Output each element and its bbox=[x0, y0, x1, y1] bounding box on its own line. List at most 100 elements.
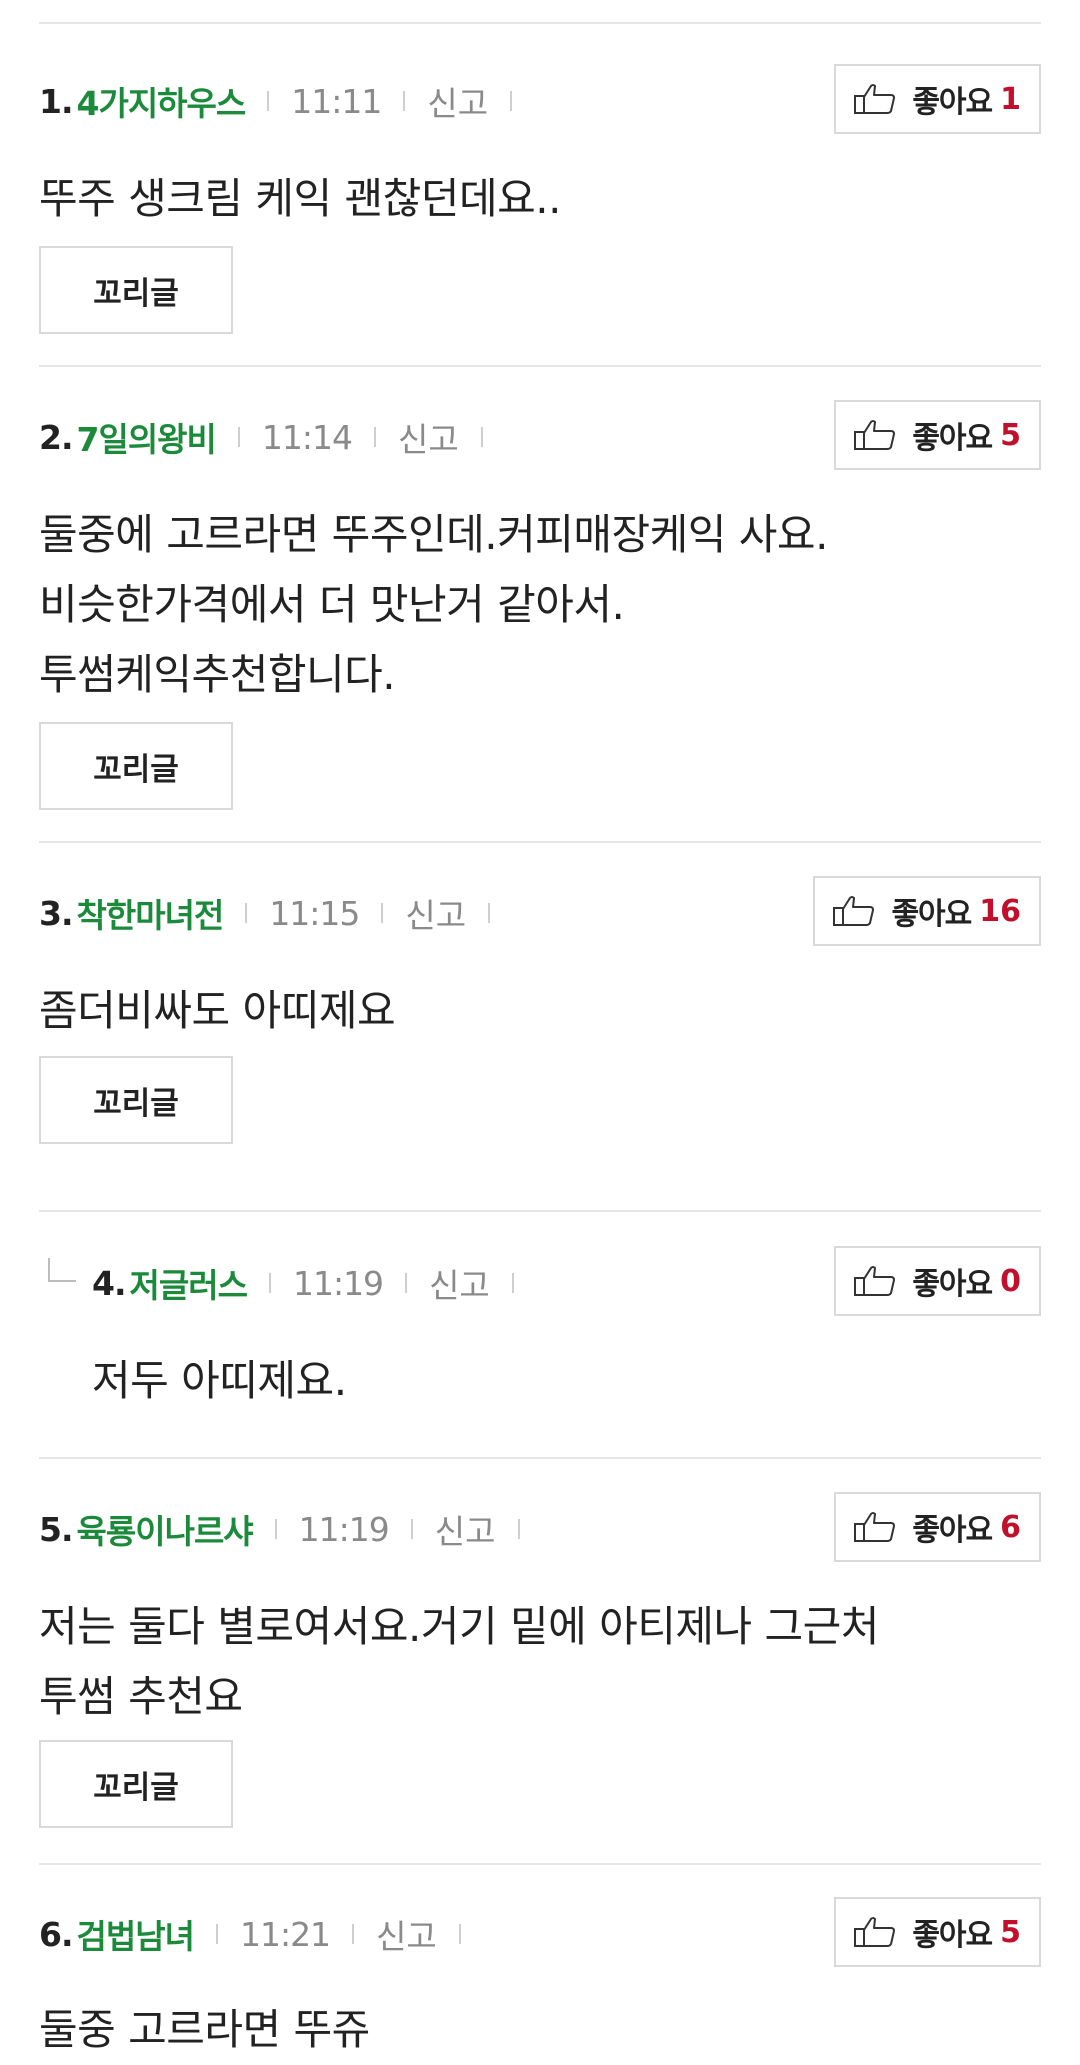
meta-separator bbox=[215, 1924, 218, 1944]
comment-author[interactable]: 저글러스 bbox=[130, 1259, 248, 1307]
comment-number: 3. bbox=[39, 893, 73, 933]
comment-line: 뚜주 생크림 케익 괜찮던데요.. bbox=[39, 174, 561, 223]
like-label: 좋아요 bbox=[912, 1267, 993, 1302]
comment-text: 저두 아띠제요. bbox=[92, 1346, 347, 1416]
comment-text: 둘중 고르라면 뚜쥬 bbox=[39, 1995, 370, 2065]
like-count: 5 bbox=[1000, 1914, 1021, 1950]
like-label: 좋아요 bbox=[912, 421, 993, 456]
comment-divider bbox=[39, 1457, 1041, 1459]
comment-meta: 2. 7일의왕비 11:14 신고 bbox=[39, 400, 505, 474]
comment-author[interactable]: 검법남녀 bbox=[77, 1910, 195, 1958]
meta-separator bbox=[458, 1924, 461, 1944]
comment-time: 11:21 bbox=[239, 1914, 331, 1954]
meta-separator bbox=[511, 1273, 514, 1293]
comment-line: 저는 둘다 별로여서요.거기 밑에 아티제나 그근처 bbox=[39, 1602, 879, 1651]
comment-author[interactable]: 4가지하우스 bbox=[77, 77, 247, 125]
reply-button[interactable]: 꼬리글 bbox=[39, 1740, 233, 1828]
meta-separator bbox=[517, 1519, 520, 1539]
meta-separator bbox=[268, 1273, 271, 1293]
like-button[interactable]: 좋아요 5 bbox=[834, 1897, 1041, 1967]
meta-separator bbox=[352, 1924, 355, 1944]
comment-line: 저두 아띠제요. bbox=[92, 1356, 347, 1405]
comment-text: 둘중에 고르라면 뚜주인데.커피매장케익 사요. 비슷한가격에서 더 맛난거 같… bbox=[39, 500, 828, 710]
comment-line: 투썸 추천요 bbox=[39, 1672, 243, 1721]
comment-time: 11:19 bbox=[292, 1263, 384, 1303]
thumbs-up-icon bbox=[854, 84, 896, 114]
thumbs-up-icon bbox=[854, 1917, 896, 1947]
like-count: 16 bbox=[979, 893, 1021, 929]
comment-number: 2. bbox=[39, 417, 73, 457]
like-count: 1 bbox=[1000, 81, 1021, 117]
comment-item: 5. 육룡이나르샤 11:19 신고 좋아요 6 저는 둘다 별로여서요.거기 … bbox=[39, 1492, 1041, 1832]
like-button[interactable]: 좋아요 6 bbox=[834, 1492, 1041, 1562]
comment-time: 11:11 bbox=[291, 81, 382, 121]
meta-separator bbox=[245, 903, 248, 923]
meta-separator bbox=[267, 91, 270, 111]
meta-separator bbox=[237, 427, 240, 447]
meta-separator bbox=[381, 903, 384, 923]
thumbs-up-icon bbox=[854, 420, 896, 450]
comment-divider bbox=[39, 1210, 1041, 1212]
comment-number: 1. bbox=[39, 81, 73, 121]
comment-author[interactable]: 7일의왕비 bbox=[77, 413, 217, 461]
report-link[interactable]: 신고 bbox=[427, 77, 488, 125]
like-count: 6 bbox=[1000, 1509, 1021, 1545]
comment-meta: 3. 착한마녀전 11:15 신고 bbox=[39, 876, 512, 950]
comment-line: 둘중 고르라면 뚜쥬 bbox=[39, 2005, 370, 2054]
comment-time: 11:14 bbox=[261, 417, 353, 457]
meta-separator bbox=[480, 427, 483, 447]
report-link[interactable]: 신고 bbox=[376, 1910, 437, 1958]
report-link[interactable]: 신고 bbox=[429, 1259, 490, 1307]
comment-item: 4. 저글러스 11:19 신고 좋아요 0 저두 아띠제요. bbox=[39, 1246, 1041, 1426]
report-link[interactable]: 신고 bbox=[435, 1505, 496, 1553]
like-button[interactable]: 좋아요 0 bbox=[834, 1246, 1041, 1316]
comment-number: 5. bbox=[39, 1509, 73, 1549]
meta-separator bbox=[510, 91, 513, 111]
meta-separator bbox=[403, 91, 406, 111]
comment-meta: 5. 육룡이나르샤 11:19 신고 bbox=[39, 1492, 542, 1566]
meta-separator bbox=[374, 427, 377, 447]
like-label: 좋아요 bbox=[912, 1513, 993, 1548]
comment-number: 4. bbox=[92, 1263, 126, 1303]
comment-line: 비슷한가격에서 더 맛난거 같아서. bbox=[39, 580, 625, 629]
comment-time: 11:19 bbox=[298, 1509, 390, 1549]
report-link[interactable]: 신고 bbox=[398, 413, 459, 461]
meta-separator bbox=[410, 1519, 413, 1539]
comment-meta: 1. 4가지하우스 11:11 신고 bbox=[39, 64, 534, 138]
comment-line: 투썸케익추천합니다. bbox=[39, 650, 396, 699]
like-button[interactable]: 좋아요 5 bbox=[834, 400, 1041, 470]
like-count: 0 bbox=[1000, 1263, 1021, 1299]
comment-item: 2. 7일의왕비 11:14 신고 좋아요 5 둘중에 고르라면 뚜주인데.커피… bbox=[39, 400, 1041, 810]
comment-text: 뚜주 생크림 케익 괜찮던데요.. bbox=[39, 164, 561, 234]
thumbs-up-icon bbox=[833, 896, 875, 926]
comment-item: 1. 4가지하우스 11:11 신고 좋아요 1 뚜주 생크림 케익 괜찮던데요… bbox=[39, 64, 1041, 354]
like-button[interactable]: 좋아요 1 bbox=[834, 64, 1041, 134]
like-button[interactable]: 좋아요 16 bbox=[813, 876, 1041, 946]
comment-divider bbox=[39, 365, 1041, 367]
comment-text: 좀더비싸도 아띠제요 bbox=[39, 976, 396, 1046]
reply-button[interactable]: 꼬리글 bbox=[39, 246, 233, 334]
report-link[interactable]: 신고 bbox=[405, 889, 466, 937]
meta-separator bbox=[405, 1273, 408, 1293]
comment-line: 둘중에 고르라면 뚜주인데.커피매장케익 사요. bbox=[39, 510, 828, 559]
comment-meta: 4. 저글러스 11:19 신고 bbox=[92, 1246, 536, 1320]
comment-item: 3. 착한마녀전 11:15 신고 좋아요 16 좀더비싸도 아띠제요 꼬리글 bbox=[39, 876, 1041, 1146]
thumbs-up-icon bbox=[854, 1512, 896, 1542]
reply-button[interactable]: 꼬리글 bbox=[39, 1056, 233, 1144]
thumbs-up-icon bbox=[854, 1266, 896, 1296]
comment-author[interactable]: 육룡이나르샤 bbox=[77, 1505, 254, 1553]
like-count: 5 bbox=[1000, 417, 1021, 453]
comment-divider bbox=[39, 841, 1041, 843]
comment-author[interactable]: 착한마녀전 bbox=[77, 889, 225, 937]
comment-meta: 6. 검법남녀 11:21 신고 bbox=[39, 1897, 483, 1971]
like-label: 좋아요 bbox=[912, 1918, 993, 1953]
comment-divider bbox=[39, 1863, 1041, 1865]
comment-number: 6. bbox=[39, 1914, 73, 1954]
like-label: 좋아요 bbox=[891, 897, 972, 932]
meta-separator bbox=[274, 1519, 277, 1539]
top-divider bbox=[39, 22, 1041, 24]
comment-line: 좀더비싸도 아띠제요 bbox=[39, 986, 396, 1035]
comment-item: 6. 검법남녀 11:21 신고 좋아요 5 둘중 고르라면 뚜쥬 bbox=[39, 1897, 1041, 2065]
reply-button[interactable]: 꼬리글 bbox=[39, 722, 233, 810]
like-label: 좋아요 bbox=[912, 85, 993, 120]
